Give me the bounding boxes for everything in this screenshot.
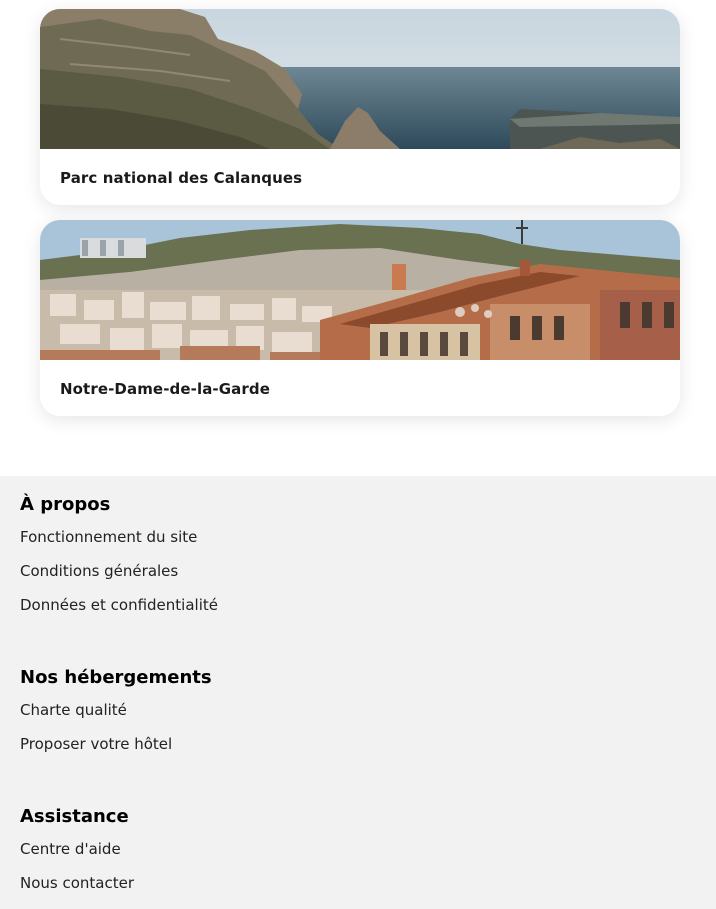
footer-links: Centre d'aide Nous contacter <box>20 839 134 907</box>
footer-links: Charte qualité Proposer votre hôtel <box>20 700 212 768</box>
footer-link-privacy[interactable]: Données et confidentialité <box>20 595 218 629</box>
card-title: Notre-Dame-de-la-Garde <box>60 380 270 398</box>
footer-section-accommodations: Nos hébergements Charte qualité Proposer… <box>20 666 212 768</box>
footer-section-about: À propos Fonctionnement du site Conditio… <box>20 493 218 629</box>
footer-link-quality-charter[interactable]: Charte qualité <box>20 700 212 734</box>
footer-link-terms[interactable]: Conditions générales <box>20 561 218 595</box>
calanques-photo <box>40 9 680 149</box>
notre-dame-photo <box>40 220 680 360</box>
site-footer: À propos Fonctionnement du site Conditio… <box>0 476 716 909</box>
footer-heading: Assistance <box>20 806 129 827</box>
footer-link-propose-hotel[interactable]: Proposer votre hôtel <box>20 734 212 768</box>
footer-heading: À propos <box>20 494 111 515</box>
footer-link-contact[interactable]: Nous contacter <box>20 873 134 907</box>
footer-section-assistance: Assistance Centre d'aide Nous contacter <box>20 805 134 907</box>
footer-heading: Nos hébergements <box>20 667 212 688</box>
footer-links: Fonctionnement du site Conditions généra… <box>20 527 218 629</box>
footer-link-help-center[interactable]: Centre d'aide <box>20 839 134 873</box>
destination-card-calanques[interactable]: Parc national des Calanques <box>40 9 680 205</box>
destination-cards: Parc national des Calanques Notre-Dame-d… <box>0 0 716 476</box>
footer-link-how-it-works[interactable]: Fonctionnement du site <box>20 527 218 561</box>
destination-card-notre-dame[interactable]: Notre-Dame-de-la-Garde <box>40 220 680 416</box>
card-title: Parc national des Calanques <box>60 169 303 187</box>
